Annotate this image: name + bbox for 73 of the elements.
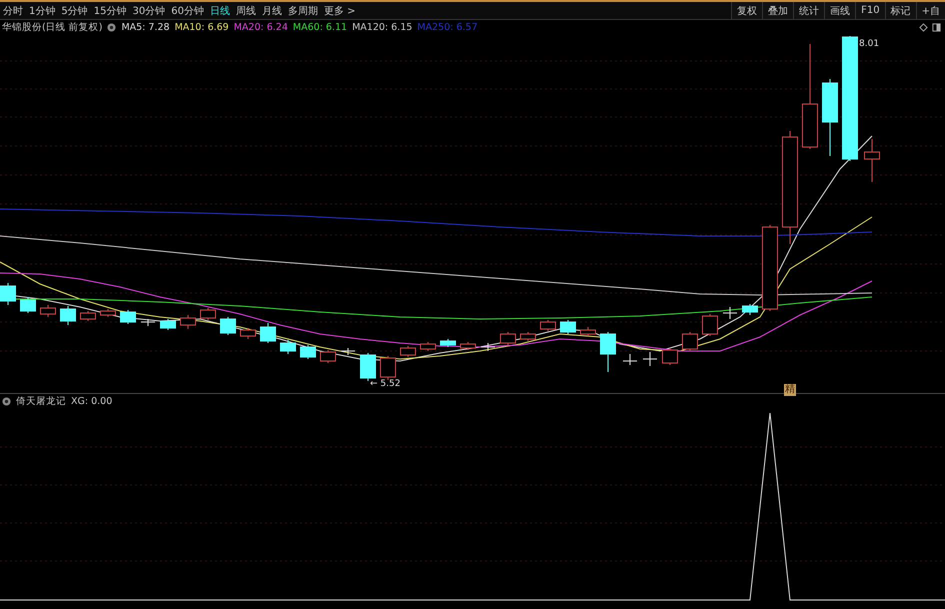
- candlestick: [20, 296, 36, 314]
- toolbar-button[interactable]: 叠加: [762, 2, 794, 19]
- candlestick: [280, 340, 296, 354]
- candlestick: [320, 350, 336, 364]
- period-tab[interactable]: 日线: [210, 4, 230, 18]
- candlestick: [460, 342, 476, 350]
- period-tab[interactable]: 多周期: [288, 4, 318, 18]
- panel-icon[interactable]: [932, 23, 941, 32]
- candlestick: [702, 314, 718, 336]
- toolbar-button[interactable]: 复权: [731, 2, 762, 19]
- candlestick: [600, 332, 616, 372]
- candlestick: [742, 304, 758, 316]
- candlestick: [60, 306, 76, 326]
- candlestick: [440, 338, 456, 348]
- period-tab[interactable]: 月线: [262, 4, 282, 18]
- period-tab[interactable]: 5分钟: [61, 4, 88, 18]
- candlestick: [380, 356, 396, 380]
- candlestick: [400, 346, 416, 358]
- candlestick: [120, 310, 136, 324]
- settings-icon[interactable]: [2, 397, 11, 406]
- period-tab[interactable]: 周线: [236, 4, 256, 18]
- period-tab[interactable]: 分时: [3, 4, 23, 18]
- moving-average-reading: MA60: 6.11: [292, 22, 348, 33]
- candlestick: [0, 282, 16, 306]
- toolbar-button[interactable]: +自: [916, 2, 945, 19]
- candlestick: [420, 342, 436, 352]
- moving-average-reading: MA120: 6.15: [352, 22, 412, 33]
- candlestick: [682, 332, 698, 352]
- signal-marker: 精: [784, 384, 796, 396]
- moving-average-reading: MA5: 7.28: [121, 22, 170, 33]
- candlestick: [200, 308, 216, 320]
- candlestick: [520, 332, 536, 342]
- candlestick: [220, 316, 236, 336]
- period-tab[interactable]: 1分钟: [29, 4, 56, 18]
- high-price-label: 8.01: [859, 39, 880, 49]
- stock-title: 华锦股份(日线 前复权): [2, 21, 102, 34]
- candlestick: [340, 348, 356, 356]
- toolbar-button[interactable]: 标记: [884, 2, 916, 19]
- candlestick: [622, 354, 638, 366]
- candlestick: [500, 332, 516, 346]
- candlestick: [642, 352, 658, 366]
- candlestick: [864, 138, 880, 182]
- candlestick: [560, 320, 576, 334]
- candlestick: [540, 320, 556, 332]
- candlestick: [140, 318, 156, 326]
- candlestick: [180, 314, 196, 330]
- candlestick: [80, 310, 96, 322]
- candlestick: [300, 344, 316, 360]
- period-tab[interactable]: 60分钟: [171, 4, 204, 18]
- period-tab[interactable]: 更多 >: [324, 4, 356, 18]
- period-tab[interactable]: 30分钟: [132, 4, 166, 18]
- candlestick: [40, 304, 56, 318]
- low-price-label: ← 5.52: [370, 379, 400, 389]
- toolbar-button[interactable]: 画线: [824, 2, 856, 19]
- period-tab[interactable]: 15分钟: [94, 4, 126, 18]
- candlestick: [580, 326, 596, 336]
- candlestick: [100, 308, 116, 318]
- candlestick: [240, 328, 256, 340]
- candlestick: [160, 318, 176, 330]
- toolbar-button[interactable]: 统计: [793, 2, 824, 19]
- indicator-name: 倚天屠龙记: [16, 395, 66, 408]
- candlestick: [480, 342, 496, 352]
- candlestick: [260, 322, 276, 344]
- toolbar-button[interactable]: F10: [855, 2, 885, 19]
- indicator-reading: XG: 0.00: [71, 396, 112, 407]
- diamond-icon[interactable]: [919, 23, 928, 32]
- candlestick: [722, 306, 738, 320]
- candlestick: [360, 352, 376, 382]
- moving-average-reading: MA250: 6.57: [417, 22, 478, 33]
- moving-average-reading: MA20: 6.24: [234, 22, 288, 33]
- moving-average-reading: MA10: 6.69: [174, 22, 229, 33]
- settings-icon[interactable]: [107, 23, 116, 32]
- candlestick: [662, 348, 678, 366]
